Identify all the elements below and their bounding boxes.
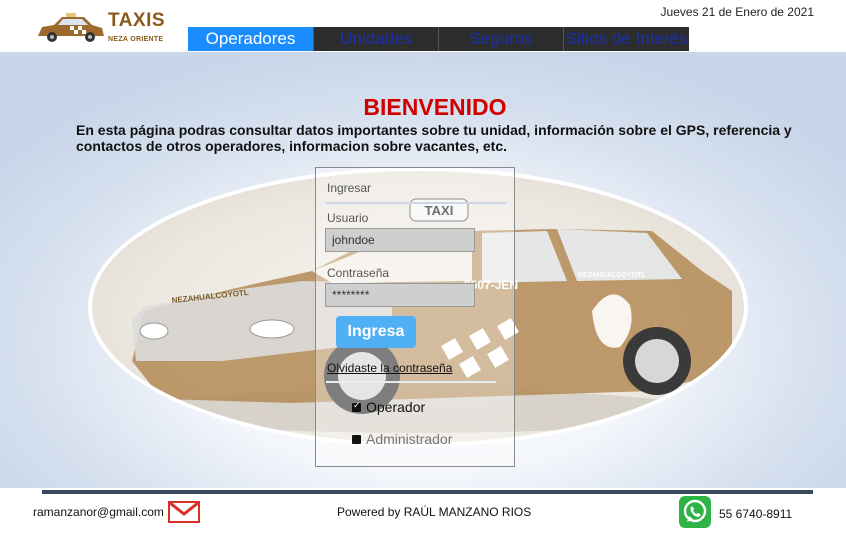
nav-unidades[interactable]: Unidades xyxy=(314,27,439,51)
nav-seguros[interactable]: Seguros xyxy=(439,27,564,51)
checkbox-unchecked-icon[interactable] xyxy=(352,434,361,444)
brand-subtitle: NEZA ORIENTE xyxy=(108,36,164,43)
user-label: Usuario xyxy=(327,211,369,225)
gmail-icon[interactable] xyxy=(168,500,200,524)
whatsapp-icon[interactable] xyxy=(679,496,711,528)
current-date: Jueves 21 de Enero de 2021 xyxy=(660,5,814,19)
contact-phone[interactable]: 55 6740-8911 xyxy=(719,507,792,521)
username-input[interactable] xyxy=(325,228,475,252)
footer-divider xyxy=(42,490,813,494)
login-divider xyxy=(326,202,506,204)
footer: ramanzanor@gmail.com Powered by RAÚL MAN… xyxy=(0,488,846,528)
role-operador-label: Operador xyxy=(366,399,426,415)
login-title: Ingresar xyxy=(327,181,372,195)
role-administrador-label: Administrador xyxy=(366,431,453,447)
nav-operadores[interactable]: Operadores xyxy=(188,27,314,51)
role-administrador-option[interactable]: Administrador xyxy=(352,431,452,447)
password-label: Contraseña xyxy=(327,266,390,280)
main-nav: Operadores Unidades Seguros Sitios de In… xyxy=(188,27,689,51)
contact-email[interactable]: ramanzanor@gmail.com xyxy=(33,505,164,519)
forgot-password-link[interactable]: Olvidaste la contraseña xyxy=(327,361,452,375)
header: TAXIS NEZA ORIENTE Jueves 21 de Enero de… xyxy=(0,0,846,52)
role-operador-option[interactable]: ✓ Operador xyxy=(352,399,425,415)
intro-text: En esta página podras consultar datos im… xyxy=(76,122,792,154)
main-content: BIENVENIDO En esta página podras consult… xyxy=(0,52,846,488)
welcome-heading: BIENVENIDO xyxy=(363,94,507,120)
brand-title: TAXIS xyxy=(108,10,166,31)
nav-sitios-de-interes[interactable]: Sitios de Interés xyxy=(564,27,689,51)
powered-by-text: Powered by RAÚL MANZANO RIOS xyxy=(337,505,532,519)
taxi-logo-icon xyxy=(38,13,104,42)
login-divider-2 xyxy=(326,381,496,383)
checkbox-checked-icon[interactable]: ✓ xyxy=(352,400,361,412)
brand-logo[interactable]: TAXIS NEZA ORIENTE xyxy=(34,10,166,50)
password-input[interactable] xyxy=(325,283,475,307)
car-door-text: NEZAHUALCOYOTL xyxy=(578,272,646,279)
login-panel: Ingresar Usuario Contraseña Ingresa Olvi… xyxy=(315,167,515,467)
login-submit-button[interactable]: Ingresa xyxy=(336,316,416,348)
